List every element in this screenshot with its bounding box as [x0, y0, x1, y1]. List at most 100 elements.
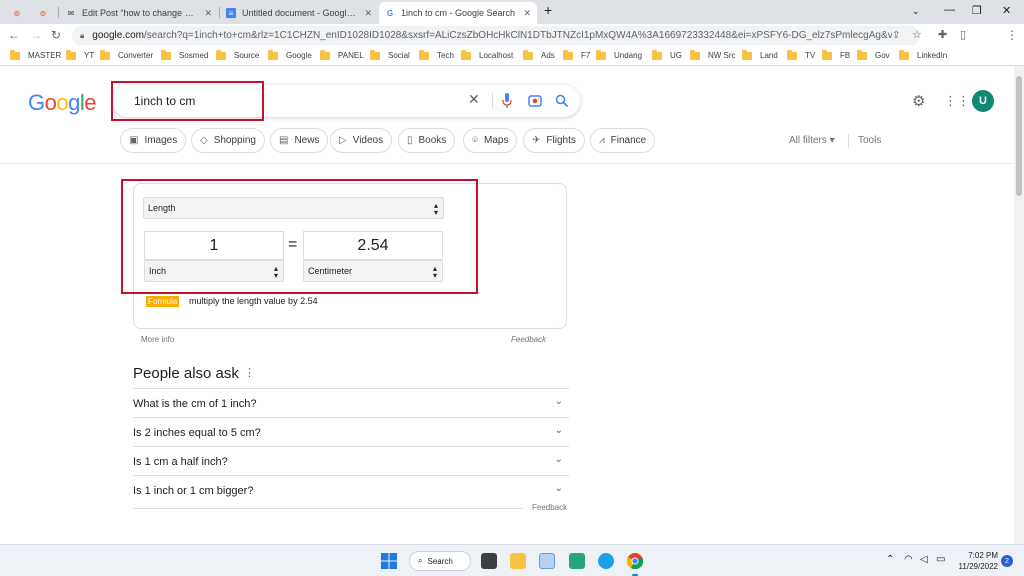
- settings-gear-icon[interactable]: ⚙: [912, 92, 925, 110]
- bookmark-folder[interactable]: Gov: [857, 49, 890, 60]
- battery-icon[interactable]: ▭: [936, 554, 945, 565]
- task-view-icon[interactable]: [481, 553, 497, 569]
- address-bar[interactable]: 🔒︎ google.com/search?q=1inch+to+cm&rlz=1…: [72, 26, 920, 45]
- windows-start-icon[interactable]: [381, 553, 397, 569]
- chip-maps[interactable]: ⌾ Maps: [463, 128, 518, 153]
- google-g-icon: G: [386, 8, 394, 18]
- bookmark-folder[interactable]: Source: [216, 49, 259, 60]
- bookmark-folder[interactable]: LinkedIn: [899, 49, 947, 60]
- reload-icon[interactable]: ↻: [51, 28, 61, 42]
- chip-shopping[interactable]: ◇ Shopping: [191, 128, 265, 153]
- close-icon[interactable]: ✕: [204, 8, 212, 19]
- folder-icon: [100, 49, 110, 60]
- bookmark-folder[interactable]: YT: [66, 49, 94, 60]
- orange-eye-icon: ⊙: [39, 8, 47, 18]
- feedback-link[interactable]: Feedback: [532, 503, 567, 512]
- wifi-icon[interactable]: ◠: [904, 554, 913, 565]
- page-scrollbar[interactable]: [1014, 66, 1024, 544]
- bookmark-folder[interactable]: FB: [822, 49, 850, 60]
- paa-question[interactable]: Is 2 inches equal to 5 cm? ⌄: [133, 417, 569, 446]
- search-icon: ⌕: [418, 556, 423, 565]
- calculator-app-icon[interactable]: [569, 553, 585, 569]
- edge-browser-icon[interactable]: [598, 553, 614, 569]
- chip-images[interactable]: ▣ Images: [120, 128, 187, 153]
- chip-flights[interactable]: ✈ Flights: [523, 128, 585, 153]
- forward-icon[interactable]: →: [30, 28, 42, 42]
- url-text: google.com/search?q=1inch+to+cm&rlz=1C1C…: [92, 30, 893, 41]
- more-info-link[interactable]: More info: [141, 335, 174, 344]
- folder-icon: [690, 49, 700, 60]
- close-icon[interactable]: ✕: [523, 8, 531, 19]
- folder-icon: [10, 49, 20, 60]
- windows-taskbar: ⌕ Search ⌃ ◠ ◁ ▭ 7:02 PM 11/29/2022 2: [0, 544, 1024, 576]
- microphone-icon[interactable]: [502, 93, 512, 109]
- tab-pinned-2[interactable]: ⊙: [32, 2, 58, 24]
- extensions-icon[interactable]: ✚: [938, 28, 947, 41]
- share-icon[interactable]: ⇪: [892, 30, 900, 41]
- bookmark-folder[interactable]: Tech: [419, 49, 454, 60]
- chip-news[interactable]: ▤ News: [270, 128, 329, 153]
- bookmark-folder[interactable]: Ads: [523, 49, 555, 60]
- chip-books[interactable]: ▯ Books: [398, 128, 456, 153]
- highlight-box: [111, 81, 264, 121]
- all-filters-button[interactable]: All filters ▾: [789, 135, 835, 146]
- bookmark-folder[interactable]: F7: [563, 49, 590, 60]
- bookmark-folder[interactable]: Social: [370, 49, 410, 60]
- search-icon[interactable]: [555, 94, 569, 108]
- notification-badge[interactable]: 2: [1001, 555, 1013, 567]
- notepad-app-icon[interactable]: [539, 553, 555, 569]
- restore-button[interactable]: ❐: [972, 4, 982, 17]
- bookmark-folder[interactable]: MASTER: [10, 49, 61, 60]
- google-logo[interactable]: Google: [28, 90, 97, 116]
- chip-videos[interactable]: ▷ Videos: [330, 128, 393, 153]
- back-icon[interactable]: ←: [8, 28, 20, 42]
- bookmark-folder[interactable]: Google: [268, 49, 312, 60]
- side-panel-icon[interactable]: ▯: [960, 28, 966, 41]
- chrome-browser-icon[interactable]: [627, 553, 643, 569]
- tab-untitled-document[interactable]: ≡ Untitled document - Google Doc ✕: [220, 2, 378, 24]
- minimize-button[interactable]: —: [944, 4, 955, 16]
- close-icon[interactable]: ✕: [364, 8, 372, 19]
- more-options-icon[interactable]: ⋮: [244, 366, 255, 379]
- clear-icon[interactable]: ✕: [468, 91, 480, 108]
- clock[interactable]: 7:02 PM 11/29/2022: [958, 550, 998, 572]
- bookmark-folder[interactable]: Undang: [596, 49, 642, 60]
- camera-lens-icon[interactable]: [528, 94, 542, 108]
- speaker-icon[interactable]: ◁: [920, 554, 928, 565]
- newspaper-icon: ▤: [279, 135, 289, 146]
- feedback-link[interactable]: Feedback: [511, 335, 546, 344]
- folder-icon: [461, 49, 471, 60]
- taskbar-search[interactable]: ⌕ Search: [409, 551, 471, 571]
- account-avatar[interactable]: U: [972, 90, 994, 112]
- browser-toolbar: ← → ↻ 🔒︎ google.com/search?q=1inch+to+cm…: [0, 24, 1024, 66]
- paa-question[interactable]: Is 1 inch or 1 cm bigger? ⌄: [133, 475, 569, 504]
- chevron-down-icon: ⌄: [554, 396, 563, 407]
- chart-icon: ⩘: [599, 135, 605, 146]
- paa-question[interactable]: Is 1 cm a half inch? ⌄: [133, 446, 569, 475]
- tab-search-icon[interactable]: ⌄: [912, 6, 920, 17]
- bookmark-star-icon[interactable]: ☆: [912, 28, 922, 41]
- tab-google-search[interactable]: G 1inch to cm - Google Search ✕: [379, 2, 537, 24]
- scrollbar-thumb[interactable]: [1016, 76, 1022, 196]
- paa-question[interactable]: What is the cm of 1 inch? ⌄: [133, 388, 569, 417]
- bookmark-folder[interactable]: TV: [787, 49, 815, 60]
- file-explorer-icon[interactable]: [510, 553, 526, 569]
- tab-pinned-1[interactable]: ⊙: [6, 2, 32, 24]
- bookmark-folder[interactable]: NW Src: [690, 49, 736, 60]
- bookmark-folder[interactable]: Converter: [100, 49, 153, 60]
- menu-kebab-icon[interactable]: ⋮: [1006, 28, 1018, 42]
- tab-edit-post[interactable]: ✉ Edit Post “how to change margin ✕: [60, 2, 218, 24]
- bookmark-folder[interactable]: Localhost: [461, 49, 513, 60]
- chip-finance[interactable]: ⩘ Finance: [590, 128, 656, 153]
- bookmark-folder[interactable]: Land: [742, 49, 778, 60]
- new-tab-button[interactable]: +: [544, 2, 552, 18]
- folder-icon: [216, 49, 226, 60]
- image-icon: ▣: [129, 135, 139, 146]
- window-close-button[interactable]: ✕: [1002, 4, 1011, 17]
- search-header: Google 1inch to cm ✕ ⚙ ⋮⋮⋮ U ▣ Images ◇ Sh…: [0, 66, 1024, 164]
- bookmark-folder[interactable]: Sosmed: [161, 49, 208, 60]
- bookmark-folder[interactable]: UG: [652, 49, 682, 60]
- chevron-up-icon[interactable]: ⌃: [886, 554, 894, 565]
- bookmark-folder[interactable]: PANEL: [320, 49, 364, 60]
- tools-button[interactable]: Tools: [858, 135, 881, 146]
